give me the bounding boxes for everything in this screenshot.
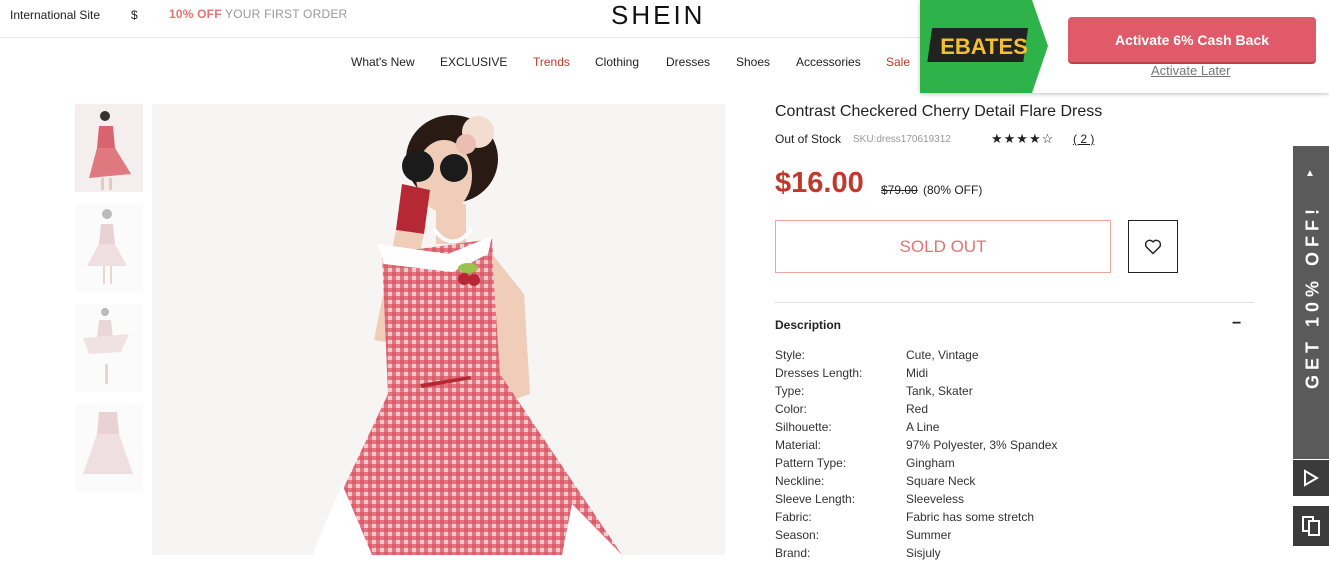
attribute-row: Brand: Sisjuly — [775, 546, 1255, 564]
attribute-row: Dresses Length: Midi — [775, 366, 1255, 384]
main-product-image[interactable] — [152, 104, 725, 555]
activate-cash-back-button[interactable]: Activate 6% Cash Back — [1068, 17, 1316, 62]
thumbnail-4[interactable] — [75, 404, 143, 492]
sale-price: $16.00 — [775, 167, 864, 199]
attribute-value: A Line — [906, 420, 940, 434]
first-order-promo[interactable]: 10% OFF YOUR FIRST ORDER — [169, 7, 347, 21]
thumbnail-3[interactable] — [75, 304, 143, 392]
svg-text:EBATES: EBATES — [940, 34, 1028, 59]
thumbnail-2[interactable] — [75, 204, 143, 292]
heart-icon — [1144, 239, 1162, 254]
attribute-row: Style: Cute, Vintage — [775, 348, 1255, 366]
review-count-link[interactable]: ( 2 ) — [1073, 132, 1094, 146]
attribute-value: Cute, Vintage — [906, 348, 979, 362]
attribute-row: Season: Summer — [775, 528, 1255, 546]
stock-status: Out of Stock — [775, 132, 842, 146]
ebates-popup: EBATES Activate 6% Cash Back Activate La… — [920, 0, 1329, 93]
nav-clothing[interactable]: Clothing — [595, 55, 639, 69]
copy-icon — [1302, 516, 1320, 536]
attribute-row: Silhouette: A Line — [775, 420, 1255, 438]
description-heading[interactable]: Description — [775, 318, 841, 332]
nav-dresses[interactable]: Dresses — [666, 55, 710, 69]
attribute-value: Sleeveless — [906, 492, 965, 506]
attribute-value: Square Neck — [906, 474, 976, 488]
activate-later-link[interactable]: Activate Later — [1151, 63, 1231, 78]
attribute-key: Fabric: — [775, 510, 812, 524]
attribute-row: Neckline: Square Neck — [775, 474, 1255, 492]
attribute-row: Type: Tank, Skater — [775, 384, 1255, 402]
shein-logo[interactable]: SHEIN — [611, 0, 705, 31]
thumbnail-1[interactable] — [75, 104, 143, 192]
nav-exclusive[interactable]: EXCLUSIVE — [440, 55, 507, 69]
attribute-value: Sisjuly — [906, 546, 941, 560]
ebates-logo: EBATES — [920, 0, 1048, 93]
sold-out-button[interactable]: SOLD OUT — [775, 220, 1111, 273]
attribute-key: Style: — [775, 348, 806, 362]
attribute-key: Dresses Length: — [775, 366, 863, 380]
play-button[interactable] — [1293, 460, 1329, 496]
currency-selector[interactable]: $ — [131, 8, 138, 22]
attribute-value: Midi — [906, 366, 929, 380]
rating-stars: ★★★★☆ — [991, 131, 1055, 146]
attribute-row: Color: Red — [775, 402, 1255, 420]
attribute-value: 97% Polyester, 3% Spandex — [906, 438, 1058, 452]
attribute-value: Gingham — [906, 456, 955, 470]
discount-percent: (80% OFF) — [923, 183, 983, 197]
wishlist-button[interactable] — [1128, 220, 1178, 273]
nav-sale[interactable]: Sale — [886, 55, 910, 69]
attribute-key: Season: — [775, 528, 820, 542]
nav-trends[interactable]: Trends — [533, 55, 570, 69]
attribute-key: Color: — [775, 402, 808, 416]
promo-highlight: 10% OFF — [169, 7, 222, 21]
international-site-link[interactable]: International Site — [10, 8, 100, 22]
description-attributes: Style: Cute, Vintage Dresses Length: Midi Ty… — [775, 348, 1255, 564]
product-sku: SKU:dress170619312 — [853, 134, 951, 145]
attribute-row: Pattern Type: Gingham — [775, 456, 1255, 474]
attribute-value: Red — [906, 402, 929, 416]
attribute-value: Fabric has some stretch — [906, 510, 1035, 524]
collapse-icon[interactable]: − — [1232, 315, 1241, 333]
nav-whats-new[interactable]: What's New — [351, 55, 415, 69]
attribute-row: Material: 97% Polyester, 3% Spandex — [775, 438, 1255, 456]
attribute-row: Fabric: Fabric has some stretch — [775, 510, 1255, 528]
promo-text: YOUR FIRST ORDER — [221, 7, 348, 21]
original-price: $79.00 — [881, 183, 918, 197]
attribute-row: Sleeve Length: Sleeveless — [775, 492, 1255, 510]
attribute-key: Pattern Type: — [775, 456, 847, 470]
nav-accessories[interactable]: Accessories — [796, 55, 861, 69]
attribute-key: Sleeve Length: — [775, 492, 856, 506]
nav-shoes[interactable]: Shoes — [736, 55, 770, 69]
attribute-value: Summer — [906, 528, 952, 542]
get-discount-side-tab[interactable]: ▲ GET 10% OFF! — [1293, 146, 1329, 459]
attribute-key: Neckline: — [775, 474, 825, 488]
play-icon — [1304, 469, 1319, 487]
attribute-key: Type: — [775, 384, 805, 398]
attribute-key: Material: — [775, 438, 822, 452]
attribute-key: Silhouette: — [775, 420, 832, 434]
attribute-key: Brand: — [775, 546, 811, 560]
attribute-value: Tank, Skater — [906, 384, 973, 398]
section-divider — [775, 302, 1254, 303]
product-title: Contrast Checkered Cherry Detail Flare D… — [775, 103, 1103, 120]
thumbnail-strip — [75, 104, 143, 504]
compare-button[interactable] — [1293, 506, 1329, 546]
side-tab-text: GET 10% OFF! — [1302, 204, 1323, 390]
